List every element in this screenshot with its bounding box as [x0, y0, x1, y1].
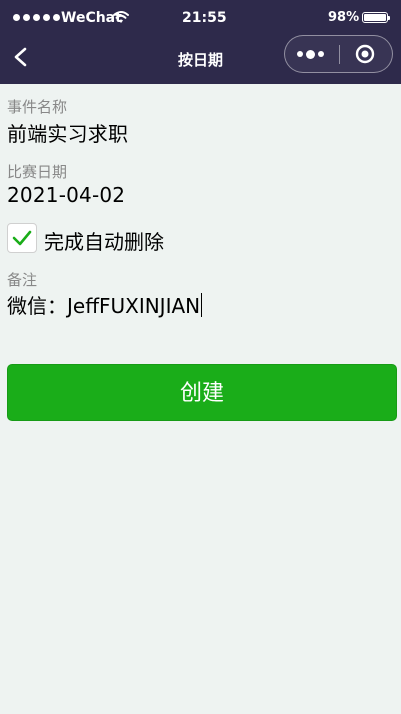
date-picker-field[interactable]: 2021-04-02 — [7, 183, 125, 207]
clock-time: 21:55 — [182, 10, 227, 26]
battery-icon — [362, 12, 390, 23]
event-name-field[interactable]: 前端实习求职 — [7, 118, 128, 147]
more-menu-icon[interactable] — [297, 49, 329, 59]
event-form: 事件名称 前端实习求职 比赛日期 2021-04-02 完成自动删除 备注 微信… — [0, 84, 401, 714]
date-label: 比赛日期 — [7, 163, 68, 181]
checkmark-icon — [12, 230, 32, 246]
close-target-icon[interactable] — [355, 44, 375, 64]
create-button[interactable]: 创建 — [7, 364, 397, 421]
battery-percentage: 98% — [328, 10, 360, 25]
auto-delete-label[interactable]: 完成自动删除 — [44, 226, 164, 255]
text-cursor — [201, 293, 203, 317]
note-input[interactable]: 微信：JeffFUXINJIAN — [7, 290, 397, 318]
event-name-label: 事件名称 — [7, 98, 68, 116]
mini-program-capsule — [284, 35, 393, 73]
wifi-icon — [113, 11, 129, 23]
top-bar: WeChat 21:55 98% 按日期 — [0, 0, 401, 84]
signal-strength-icon — [13, 14, 60, 21]
note-input-value: 微信：JeffFUXINJIAN — [7, 294, 201, 318]
capsule-divider — [339, 45, 340, 64]
note-label: 备注 — [7, 271, 38, 289]
app-screen: WeChat 21:55 98% 按日期 事件名称 前端实习求职 比赛日期 20… — [0, 0, 401, 714]
auto-delete-checkbox[interactable] — [7, 223, 37, 253]
status-bar: WeChat 21:55 98% — [0, 0, 401, 36]
